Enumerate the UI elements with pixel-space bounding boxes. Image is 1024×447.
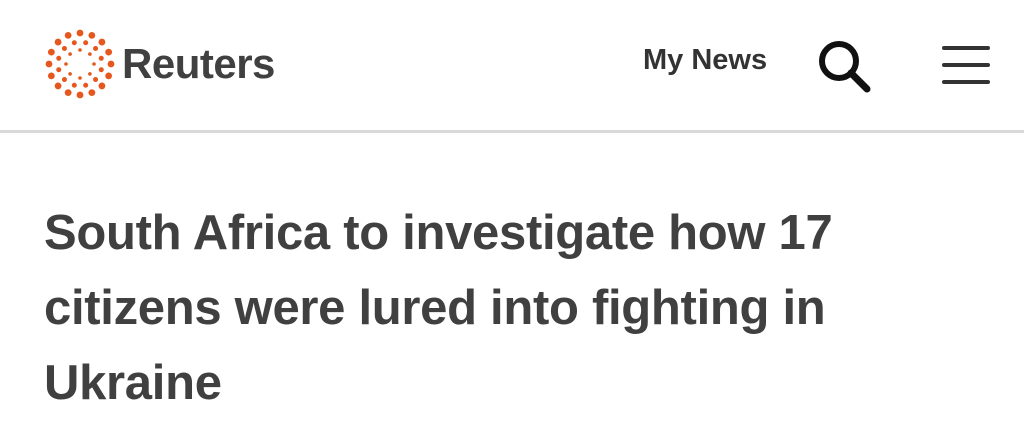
hamburger-menu-icon [942,46,990,84]
site-header: Reuters My News [0,0,1024,133]
logo-dot [47,48,55,56]
logo-dot [71,82,77,88]
logo-dot [98,82,106,90]
logo-dot [64,31,72,39]
logo-dot [83,82,89,88]
my-news-link[interactable]: My News [643,44,767,77]
logo-dot [88,72,92,76]
logo-dot [76,91,84,99]
logo-dot [68,52,72,56]
reuters-logo[interactable]: Reuters [44,28,275,100]
logo-dot [88,89,96,97]
logo-dot [98,67,104,73]
logo-dot [71,40,77,46]
logo-dot [78,76,82,80]
logo-dot [61,77,67,83]
reuters-logo-icon [45,29,115,99]
logo-dot [88,52,92,56]
logo-dot [76,29,84,37]
search-icon [819,41,871,93]
search-button[interactable] [814,36,876,98]
logo-dot [105,48,113,56]
logo-dot [107,60,115,68]
logo-dot [98,55,104,61]
logo-dot [88,31,96,39]
logo-dot [54,38,62,46]
logo-dot [64,89,72,97]
logo-dot [83,40,89,46]
logo-dot [78,48,82,52]
logo-dot [68,72,72,76]
logo-dot [56,55,62,61]
logo-dot [98,38,106,46]
logo-text: Reuters [122,40,275,87]
logo-dot [93,45,99,51]
menu-button[interactable] [938,40,994,90]
logo-dot [93,77,99,83]
logo-dot [45,60,53,68]
logo-dot [105,72,113,80]
logo-dot [54,82,62,90]
article-headline: South Africa to investigate how 17 citiz… [44,206,833,410]
logo-dot [92,62,96,66]
logo-dot [61,45,67,51]
logo-dot [47,72,55,80]
logo-dot [64,62,68,66]
logo-dot [56,67,62,73]
